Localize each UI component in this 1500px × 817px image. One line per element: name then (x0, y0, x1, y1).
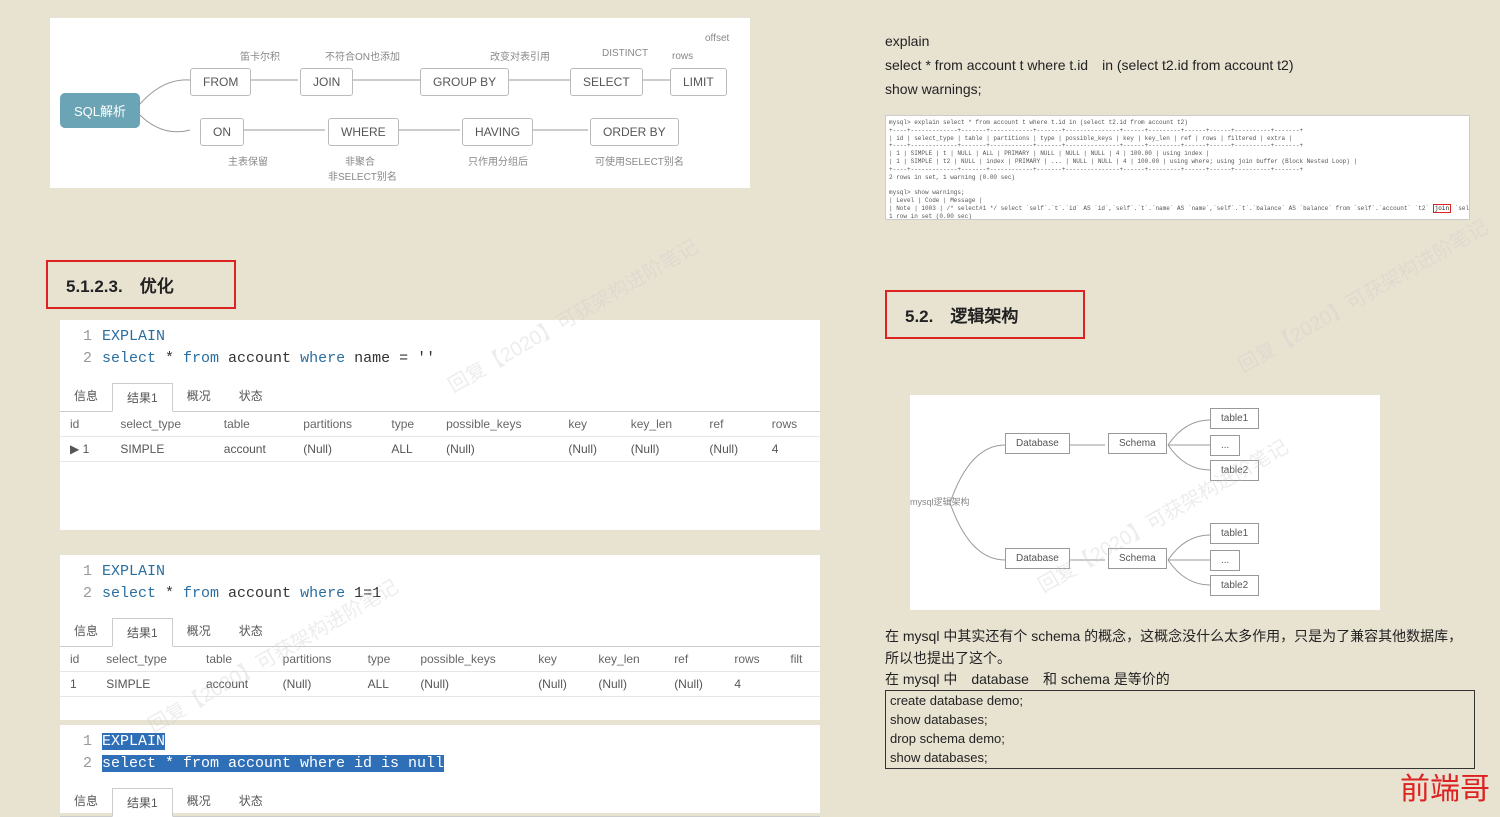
mysql-explain-dump: mysql> explain select * from account t w… (885, 115, 1470, 220)
tab-status[interactable]: 状态 (225, 787, 277, 816)
explain-panel-a: 1EXPLAIN 2select * from account where na… (60, 320, 820, 530)
tab-info[interactable]: 信息 (60, 787, 112, 816)
ld-schema-2: Schema (1108, 548, 1167, 569)
ld-database-1: Database (1005, 433, 1070, 454)
cmd-line: create database demo; (890, 692, 1470, 711)
watermark-faint-3: 回复【2020】可获架构进阶笔记 (1232, 211, 1493, 378)
ld-table1a: table1 (1210, 408, 1259, 429)
explain-panel-c: 1EXPLAIN 2select * from account where id… (60, 725, 820, 813)
logic-root: mysql逻辑架构 (910, 495, 970, 508)
cmd-line: drop schema demo; (890, 730, 1470, 749)
lbl-selectalias: 可使用SELECT别名 (595, 153, 684, 168)
ld-dots-b: ... (1210, 550, 1240, 571)
explain-panel-b: 1EXPLAIN 2select * from account where 1=… (60, 555, 820, 720)
panel-b-code: 1EXPLAIN 2select * from account where 1=… (60, 555, 820, 617)
node-having: HAVING (462, 118, 533, 146)
sql-parse-diagram: SQL解析 FROM JOIN GROUP BY SELECT LIMIT 笛卡… (50, 18, 750, 188)
tab-status[interactable]: 状态 (225, 382, 277, 411)
node-groupby: GROUP BY (420, 68, 509, 96)
panel-a-code: 1EXPLAIN 2select * from account where na… (60, 320, 820, 382)
tab-result1[interactable]: 结果1 (112, 383, 173, 412)
paragraph-2: 在 mysql 中 database 和 schema 是等价的 (885, 668, 1475, 690)
tab-profile[interactable]: 概况 (173, 382, 225, 411)
tab-profile[interactable]: 概况 (173, 787, 225, 816)
lbl-aftergroup: 只作用分组后 (468, 153, 528, 168)
panel-c-tabs: 信息 结果1 概况 状态 (60, 787, 820, 817)
ld-dots-a: ... (1210, 435, 1240, 456)
logic-architecture-diagram: mysql逻辑架构 Database Database Schema Schem… (910, 395, 1380, 610)
lbl-nonagg: 非聚合 (345, 153, 375, 168)
diagram-lines (910, 395, 1380, 610)
code-token: EXPLAIN (102, 328, 165, 345)
paragraph-1: 在 mysql 中其实还有个 schema 的概念，这概念没什么太多作用，只是为… (885, 625, 1475, 670)
tab-info[interactable]: 信息 (60, 382, 112, 411)
lbl-cartesian: 笛卡尔积 (240, 48, 280, 63)
lbl-onadd: 不符合ON也添加 (325, 48, 400, 63)
panel-a-tabs: 信息 结果1 概况 状态 (60, 382, 820, 412)
node-join: JOIN (300, 68, 353, 96)
lbl-nonselectalias: 非SELECT别名 (328, 168, 397, 183)
panel-c-code: 1EXPLAIN 2select * from account where id… (60, 725, 820, 787)
tab-result1[interactable]: 结果1 (112, 788, 173, 817)
heading-5-1-2-3: 5.1.2.3. 优化 (46, 260, 236, 309)
ld-table2b: table2 (1210, 575, 1259, 596)
node-orderby: ORDER BY (590, 118, 679, 146)
parse-root: SQL解析 (60, 93, 140, 128)
table-row: ▶ 1SIMPLEaccount(Null)ALL(Null)(Null)(Nu… (60, 436, 820, 461)
node-on: ON (200, 118, 244, 146)
lbl-rows: rows (672, 51, 693, 62)
cmd-line: show databases; (890, 749, 1470, 768)
node-limit: LIMIT (670, 68, 727, 96)
panel-b-table: idselect_typetablepartitionstypepossible… (60, 647, 820, 697)
ld-table2a: table2 (1210, 460, 1259, 481)
table-row: 1SIMPLEaccount(Null)ALL(Null)(Null)(Null… (60, 671, 820, 696)
tab-profile[interactable]: 概况 (173, 617, 225, 646)
ld-database-2: Database (1005, 548, 1070, 569)
node-select: SELECT (570, 68, 643, 96)
watermark-brand: 前端哥 (1400, 764, 1490, 808)
lbl-keep: 主表保留 (228, 153, 268, 168)
heading-5-2: 5.2. 逻辑架构 (885, 290, 1085, 339)
lbl-tableref: 改变对表引用 (490, 48, 550, 63)
tab-info[interactable]: 信息 (60, 617, 112, 646)
right-sql-block: explain select * from account t where t.… (885, 30, 1294, 101)
cmd-line: show databases; (890, 711, 1470, 730)
lbl-distinct: DISTINCT (602, 48, 648, 59)
lbl-offset: offset (705, 33, 729, 44)
sql-commands-box: create database demo; show databases; dr… (885, 690, 1475, 769)
node-from: FROM (190, 68, 251, 96)
join-highlight: join (1433, 204, 1451, 213)
node-where: WHERE (328, 118, 399, 146)
tab-status[interactable]: 状态 (225, 617, 277, 646)
panel-b-tabs: 信息 结果1 概况 状态 (60, 617, 820, 647)
tab-result1[interactable]: 结果1 (112, 618, 173, 647)
ld-table1b: table1 (1210, 523, 1259, 544)
ld-schema-1: Schema (1108, 433, 1167, 454)
panel-a-table: idselect_typetablepartitionstypepossible… (60, 412, 820, 462)
